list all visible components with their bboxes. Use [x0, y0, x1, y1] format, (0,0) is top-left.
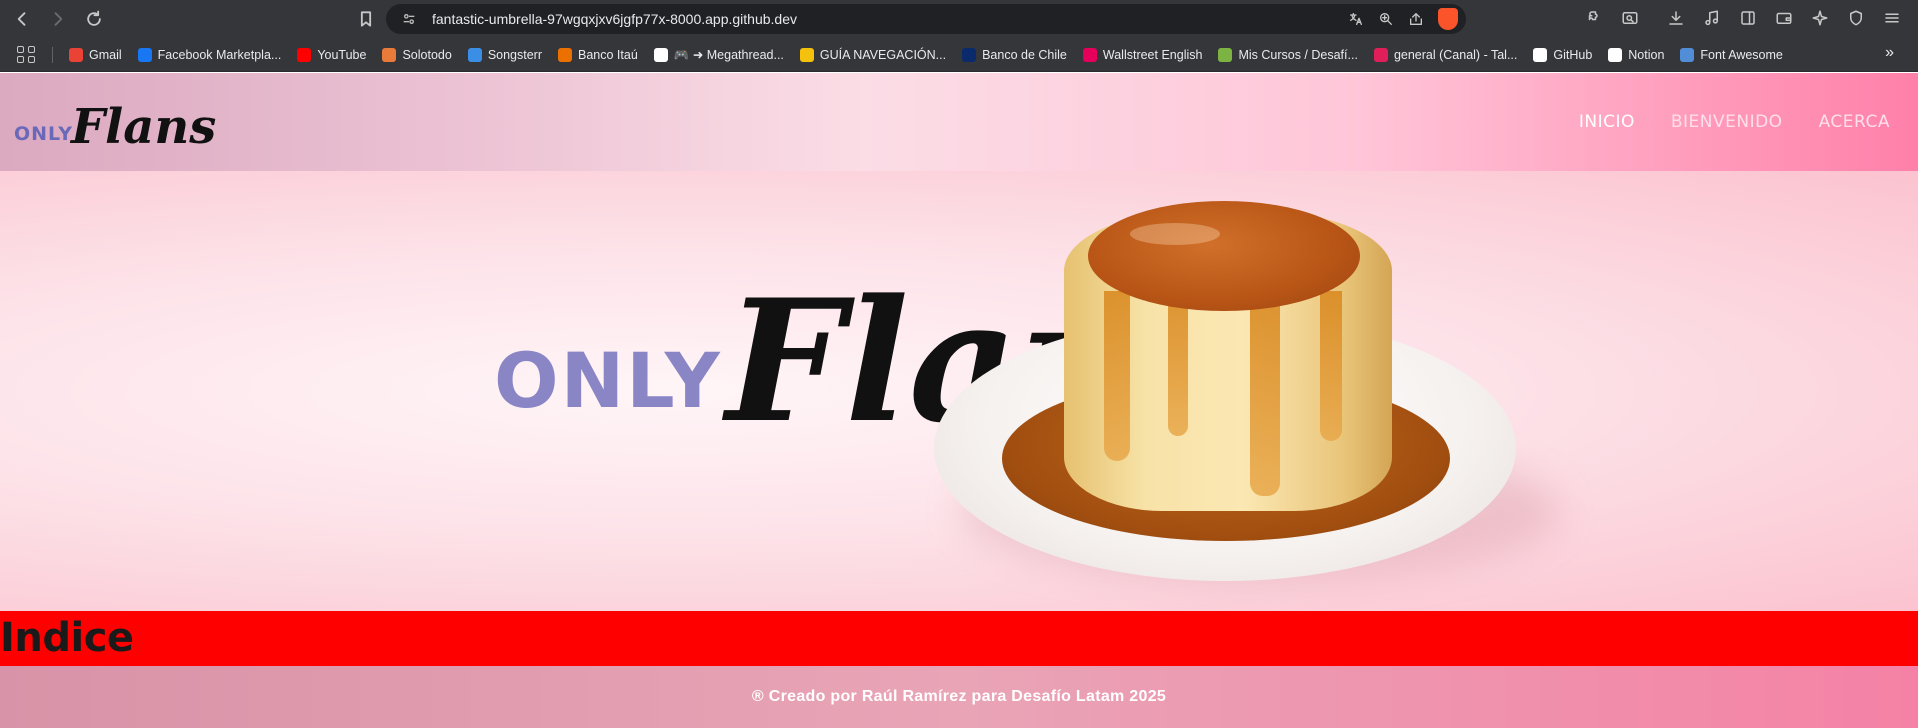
apps-grid-icon[interactable] [14, 43, 38, 67]
bookmark-favicon-icon [69, 47, 83, 62]
bookmark-item[interactable]: 🎮 ➜ Megathread... [648, 42, 790, 68]
bookmark-label: Wallstreet English [1102, 47, 1203, 62]
back-button[interactable] [8, 5, 36, 33]
logo-flans-text: Flans [70, 99, 217, 155]
site-footer: ® Creado por Raúl Ramírez para Desafío L… [0, 666, 1918, 728]
download-icon[interactable] [1664, 6, 1688, 30]
bookmarks-divider [52, 46, 53, 63]
bookmark-favicon-icon [558, 47, 573, 62]
address-bar[interactable]: fantastic-umbrella-97wgqxjxv6jgfp77x-800… [386, 4, 1466, 34]
bookmark-label: Songsterr [487, 47, 543, 62]
bookmark-item[interactable]: Songsterr [462, 42, 548, 68]
nav-acerca[interactable]: ACERCA [1819, 112, 1890, 132]
site-settings-icon[interactable] [394, 11, 424, 27]
bookmark-item[interactable]: Font Awesome [1674, 42, 1788, 68]
more-bookmarks-button[interactable]: » [1885, 44, 1894, 62]
bookmark-list: Gmail Facebook Marketpla... YouTube Solotod… [63, 42, 1793, 68]
sidebar-icon[interactable] [1736, 6, 1760, 30]
bookmark-favicon-icon [1218, 47, 1233, 62]
bookmark-icon [360, 11, 372, 27]
site-logo[interactable]: ONLY Flans [14, 87, 216, 157]
extensions-icon[interactable] [1582, 6, 1606, 30]
bookmark-label: GitHub [1553, 47, 1593, 62]
site-header: ONLY Flans INICIO BIENVENIDO ACERCA [0, 73, 1918, 171]
bookmark-label: 🎮 ➜ Megathread... [673, 47, 784, 62]
hero-only-text: ONLY [494, 336, 722, 425]
bookmark-favicon-icon [137, 47, 152, 62]
nav-bienvenido[interactable]: BIENVENIDO [1671, 112, 1783, 132]
bookmark-favicon-icon [467, 47, 482, 62]
menu-icon[interactable] [1880, 6, 1904, 30]
bookmark-item[interactable]: general (Canal) - Tal... [1368, 42, 1523, 68]
bookmark-item[interactable]: Wallstreet English [1077, 42, 1209, 68]
hero-banner: ONLY Flans [0, 171, 1918, 611]
indice-section: Indice [0, 611, 1918, 666]
bookmark-favicon-icon [297, 47, 312, 62]
bookmark-favicon-icon [382, 47, 397, 62]
bookmark-item[interactable]: Mis Cursos / Desafí... [1212, 42, 1363, 68]
bookmark-label: GUÍA NAVEGACIÓN... [819, 47, 947, 62]
bookmark-item[interactable]: Solotodo [376, 42, 457, 68]
bookmarks-bar: Gmail Facebook Marketpla... YouTube Solotod… [0, 38, 1918, 72]
brave-shields-icon[interactable] [1438, 8, 1458, 30]
bookmark-item[interactable]: Banco Itaú [552, 42, 644, 68]
reload-icon [87, 10, 101, 26]
bookmark-label: Banco Itaú [578, 47, 638, 62]
bookmark-item[interactable]: GitHub [1527, 42, 1598, 68]
music-icon[interactable] [1700, 6, 1724, 30]
bookmark-label: Banco de Chile [982, 47, 1067, 62]
bookmark-item[interactable]: Gmail [63, 42, 128, 68]
bookmark-label: Notion [1628, 47, 1665, 62]
bookmark-favicon-icon [799, 47, 814, 62]
bookmark-favicon-icon [1533, 47, 1548, 62]
search-tabs-icon[interactable] [1618, 6, 1642, 30]
chevron-right-icon [54, 12, 63, 26]
bookmark-favicon-icon [653, 47, 668, 62]
logo-only-text: ONLY [14, 123, 73, 145]
bookmark-item[interactable]: Notion [1602, 42, 1670, 68]
bookmark-favicon-icon [1680, 47, 1695, 62]
browser-toolbar: fantastic-umbrella-97wgqxjxv6jgfp77x-800… [0, 0, 1918, 38]
forward-button[interactable] [44, 5, 72, 33]
bookmark-label: Mis Cursos / Desafí... [1238, 47, 1358, 62]
share-icon[interactable] [1404, 7, 1428, 31]
bookmark-label: Gmail [89, 47, 122, 62]
url-text[interactable]: fantastic-umbrella-97wgqxjxv6jgfp77x-800… [432, 11, 797, 27]
bookmark-label: YouTube [317, 47, 367, 62]
bookmark-page-button[interactable] [352, 5, 380, 33]
vpn-shield-icon[interactable] [1844, 6, 1868, 30]
bookmark-item[interactable]: Banco de Chile [956, 42, 1073, 68]
bookmark-item[interactable]: GUÍA NAVEGACIÓN... [794, 42, 952, 68]
bookmark-label: Solotodo [402, 47, 452, 62]
bookmark-favicon-icon [1082, 47, 1097, 62]
wallet-icon[interactable] [1772, 6, 1796, 30]
bookmark-favicon-icon [962, 47, 977, 62]
bookmark-label: Facebook Marketpla... [157, 47, 282, 62]
bookmark-label: general (Canal) - Tal... [1393, 47, 1518, 62]
reload-button[interactable] [80, 5, 108, 33]
chevron-left-icon [17, 12, 26, 26]
nav-inicio[interactable]: INICIO [1579, 112, 1635, 132]
ai-sparkle-icon[interactable] [1808, 6, 1832, 30]
footer-credit: ® Creado por Raúl Ramírez para Desafío L… [751, 688, 1167, 705]
bookmark-label: Font Awesome [1700, 47, 1783, 62]
bookmark-item[interactable]: YouTube [291, 42, 372, 68]
main-nav: INICIO BIENVENIDO ACERCA [1579, 73, 1890, 171]
bookmark-favicon-icon [1608, 47, 1623, 62]
translate-icon[interactable] [1344, 7, 1368, 31]
bookmark-item[interactable]: Facebook Marketpla... [132, 42, 288, 68]
bookmark-favicon-icon [1373, 47, 1388, 62]
indice-heading: Indice [0, 615, 134, 661]
zoom-icon[interactable] [1374, 7, 1398, 31]
